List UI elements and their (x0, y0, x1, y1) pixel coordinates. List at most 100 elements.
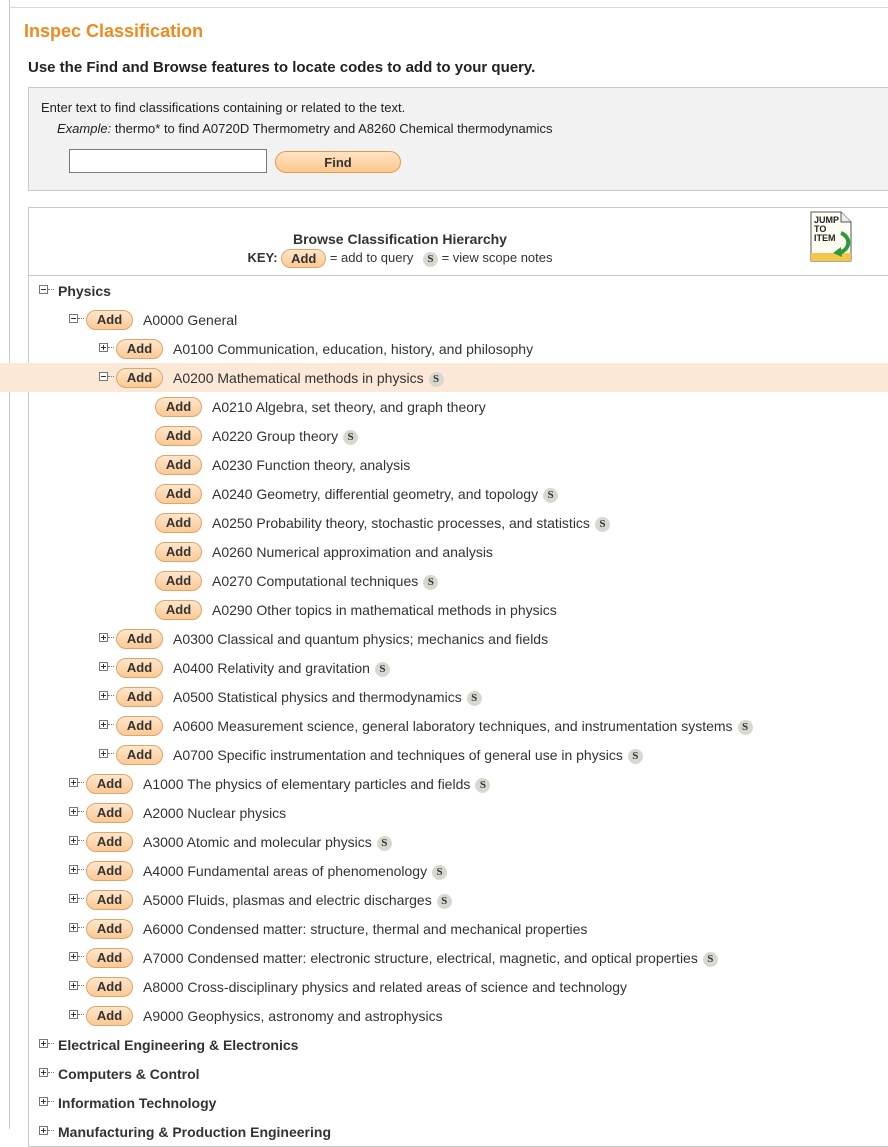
add-to-query-button[interactable]: Add (155, 513, 202, 533)
tree-item-label[interactable]: A0000 General (143, 312, 237, 328)
expand-toggle-icon[interactable] (99, 343, 108, 352)
tree-item-label[interactable]: A1000 The physics of elementary particle… (143, 776, 491, 793)
tree-item-text[interactable]: A0700 Specific instrumentation and techn… (173, 747, 623, 763)
expand-toggle-icon[interactable] (39, 1039, 48, 1048)
add-to-query-button[interactable]: Add (86, 774, 133, 794)
tree-item-label[interactable]: A0210 Algebra, set theory, and graph the… (212, 399, 486, 415)
tree-item-text[interactable]: A0290 Other topics in mathematical metho… (212, 602, 557, 618)
tree-item-label[interactable]: A6000 Condensed matter: structure, therm… (143, 921, 587, 937)
tree-item-text[interactable]: A0600 Measurement science, general labor… (173, 718, 733, 734)
tree-item-label[interactable]: A0700 Specific instrumentation and techn… (173, 747, 643, 764)
expand-toggle-icon[interactable] (39, 1126, 48, 1135)
expand-toggle-icon[interactable] (99, 720, 108, 729)
tree-item-text[interactable]: A3000 Atomic and molecular physics (143, 834, 372, 850)
scope-notes-icon[interactable]: S (423, 575, 439, 590)
tree-item-label[interactable]: Physics (58, 283, 111, 299)
tree-item-label[interactable]: A9000 Geophysics, astronomy and astrophy… (143, 1008, 443, 1024)
scope-notes-icon[interactable]: S (594, 517, 610, 532)
tree-item-label[interactable]: A0200 Mathematical methods in physics S (173, 370, 444, 387)
tree-item-label[interactable]: A0100 Communication, education, history,… (173, 341, 533, 357)
add-to-query-button[interactable]: Add (116, 745, 163, 765)
tree-item-text[interactable]: Physics (58, 283, 111, 299)
expand-toggle-icon[interactable] (69, 923, 78, 932)
tree-item-text[interactable]: A0200 Mathematical methods in physics (173, 370, 424, 386)
expand-toggle-icon[interactable] (99, 662, 108, 671)
add-to-query-button[interactable]: Add (86, 861, 133, 881)
expand-toggle-icon[interactable] (69, 952, 78, 961)
tree-item-text[interactable]: A5000 Fluids, plasmas and electric disch… (143, 892, 432, 908)
expand-toggle-icon[interactable] (39, 1097, 48, 1106)
expand-toggle-icon[interactable] (69, 981, 78, 990)
scope-notes-icon[interactable]: S (702, 952, 718, 967)
tree-item-label[interactable]: A5000 Fluids, plasmas and electric disch… (143, 892, 452, 909)
tree-item-text[interactable]: A0240 Geometry, differential geometry, a… (212, 486, 538, 502)
scope-notes-icon[interactable]: S (466, 691, 482, 706)
scope-notes-icon[interactable]: S (475, 778, 491, 793)
scope-notes-icon[interactable]: S (543, 488, 559, 503)
expand-toggle-icon[interactable] (69, 836, 78, 845)
tree-item-label[interactable]: A0250 Probability theory, stochastic pro… (212, 515, 610, 532)
tree-item-label[interactable]: A0240 Geometry, differential geometry, a… (212, 486, 559, 503)
collapse-toggle-icon[interactable] (69, 314, 78, 323)
add-to-query-button[interactable]: Add (116, 629, 163, 649)
add-to-query-button[interactable]: Add (155, 600, 202, 620)
scope-notes-icon[interactable]: S (432, 865, 448, 880)
tree-item-text[interactable]: A0250 Probability theory, stochastic pro… (212, 515, 590, 531)
tree-item-label[interactable]: A8000 Cross-disciplinary physics and rel… (143, 979, 627, 995)
add-to-query-button[interactable]: Add (86, 948, 133, 968)
tree-item-text[interactable]: A9000 Geophysics, astronomy and astrophy… (143, 1008, 443, 1024)
tree-item-text[interactable]: A6000 Condensed matter: structure, therm… (143, 921, 587, 937)
scope-notes-icon[interactable]: S (436, 894, 452, 909)
tree-item-label[interactable]: A0230 Function theory, analysis (212, 457, 410, 473)
add-to-query-button[interactable]: Add (155, 426, 202, 446)
add-to-query-button[interactable]: Add (86, 977, 133, 997)
tree-item-text[interactable]: A7000 Condensed matter: electronic struc… (143, 950, 698, 966)
expand-toggle-icon[interactable] (69, 807, 78, 816)
add-to-query-button[interactable]: Add (116, 368, 163, 388)
tree-item-text[interactable]: A0260 Numerical approximation and analys… (212, 544, 493, 560)
tree-item-label[interactable]: Manufacturing & Production Engineering (58, 1124, 331, 1140)
tree-item-label[interactable]: A3000 Atomic and molecular physics S (143, 834, 392, 851)
tree-item-text[interactable]: A0300 Classical and quantum physics; mec… (173, 631, 548, 647)
add-to-query-button[interactable]: Add (155, 571, 202, 591)
add-to-query-button[interactable]: Add (155, 397, 202, 417)
add-to-query-button[interactable]: Add (155, 542, 202, 562)
find-button[interactable]: Find (275, 151, 401, 173)
tree-item-label[interactable]: A7000 Condensed matter: electronic struc… (143, 950, 718, 967)
scope-notes-icon[interactable]: S (627, 749, 643, 764)
tree-item-text[interactable]: A4000 Fundamental areas of phenomenology (143, 863, 427, 879)
tree-item-label[interactable]: A0300 Classical and quantum physics; mec… (173, 631, 548, 647)
tree-item-text[interactable]: A2000 Nuclear physics (143, 805, 286, 821)
tree-item-text[interactable]: A0400 Relativity and gravitation (173, 660, 370, 676)
expand-toggle-icon[interactable] (99, 749, 108, 758)
expand-toggle-icon[interactable] (69, 894, 78, 903)
scope-notes-icon[interactable]: S (376, 836, 392, 851)
tree-item-text[interactable]: A8000 Cross-disciplinary physics and rel… (143, 979, 627, 995)
tree-item-text[interactable]: Electrical Engineering & Electronics (58, 1037, 298, 1053)
tree-item-label[interactable]: A0270 Computational techniques S (212, 573, 439, 590)
add-to-query-button[interactable]: Add (116, 687, 163, 707)
add-to-query-button[interactable]: Add (86, 890, 133, 910)
tree-item-text[interactable]: Computers & Control (58, 1066, 200, 1082)
tree-item-label[interactable]: A2000 Nuclear physics (143, 805, 286, 821)
add-to-query-button[interactable]: Add (116, 716, 163, 736)
tree-item-label[interactable]: A4000 Fundamental areas of phenomenology… (143, 863, 448, 880)
tree-item-label[interactable]: Computers & Control (58, 1066, 200, 1082)
tree-item-label[interactable]: A0400 Relativity and gravitation S (173, 660, 390, 677)
scope-notes-icon[interactable]: S (737, 720, 753, 735)
tree-item-text[interactable]: Manufacturing & Production Engineering (58, 1124, 331, 1140)
expand-toggle-icon[interactable] (99, 633, 108, 642)
collapse-toggle-icon[interactable] (99, 372, 108, 381)
tree-item-text[interactable]: A0210 Algebra, set theory, and graph the… (212, 399, 486, 415)
add-to-query-button[interactable]: Add (86, 832, 133, 852)
tree-item-text[interactable]: A1000 The physics of elementary particle… (143, 776, 470, 792)
tree-item-text[interactable]: A0230 Function theory, analysis (212, 457, 410, 473)
tree-item-text[interactable]: A0100 Communication, education, history,… (173, 341, 533, 357)
add-to-query-button[interactable]: Add (86, 1006, 133, 1026)
tree-item-label[interactable]: A0290 Other topics in mathematical metho… (212, 602, 557, 618)
expand-toggle-icon[interactable] (69, 865, 78, 874)
tree-item-text[interactable]: A0000 General (143, 312, 237, 328)
tree-item-text[interactable]: A0270 Computational techniques (212, 573, 418, 589)
add-to-query-button[interactable]: Add (86, 919, 133, 939)
tree-item-label[interactable]: A0220 Group theory S (212, 428, 359, 445)
